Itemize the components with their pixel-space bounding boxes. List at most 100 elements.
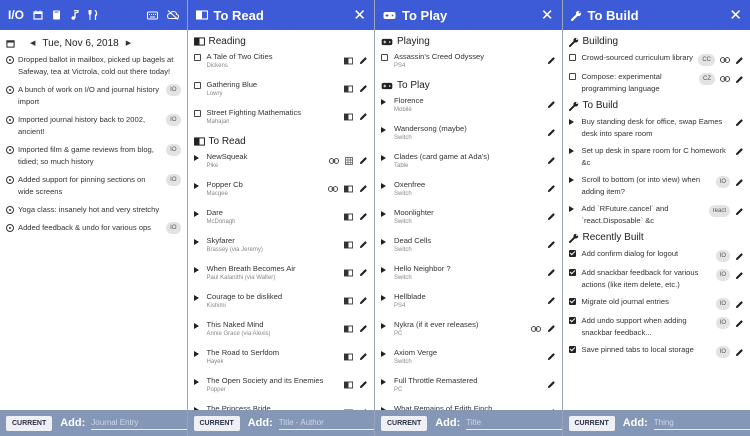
edit-pencil-icon[interactable] [547,324,556,333]
book-icon[interactable] [344,325,353,333]
list-item[interactable]: Courage to be disliked Kishimi [193,292,369,316]
list-item[interactable]: Wandersong (maybe) Switch [381,124,556,148]
list-item[interactable]: Dare McDonagh [193,208,369,232]
list-item[interactable]: Assassin's Creed Odyssey PS4 [381,52,556,76]
journal-entry[interactable]: Yoga class: insanely hot and very stretc… [6,204,181,216]
music-note-icon[interactable] [70,10,79,20]
tag-chip[interactable]: IO [715,269,730,281]
list-item[interactable]: Florence Mobile [381,96,556,120]
edit-pencil-icon[interactable] [735,147,744,156]
tag-chip[interactable]: IO [715,346,730,358]
title-input[interactable] [466,416,562,430]
checkbox[interactable] [568,317,578,324]
list-item[interactable]: Clades (card game at Ada's) Table [381,152,556,176]
tag-chip[interactable]: IO [715,176,730,188]
list-item[interactable]: When Breath Becomes Air Paul Kalanithi (v… [193,264,369,288]
list-item[interactable]: This Naked Mind Annie Grace (via Alexis) [193,320,369,344]
expand-arrow-icon[interactable] [193,378,203,385]
checkbox[interactable] [568,54,578,61]
edit-pencil-icon[interactable] [359,212,368,221]
edit-pencil-icon[interactable] [547,212,556,221]
edit-pencil-icon[interactable] [547,128,556,137]
edit-pencil-icon[interactable] [547,184,556,193]
list-item[interactable]: A Tale of Two Cities Dickens [193,52,369,76]
expand-arrow-icon[interactable] [381,98,390,105]
list-item[interactable]: Hellblade PS4 [381,292,556,316]
edit-pencil-icon[interactable] [359,324,368,333]
book-icon[interactable] [344,269,353,277]
edit-pencil-icon[interactable] [547,296,556,305]
list-item[interactable]: Scroll to bottom (or into view) when add… [568,174,745,198]
list-item[interactable]: NewSqueak Pike [193,152,369,176]
list-item[interactable]: Compose: experimental programming langua… [568,71,745,95]
expand-arrow-icon[interactable] [568,176,578,183]
edit-pencil-icon[interactable] [547,268,556,277]
edit-pencil-icon[interactable] [735,75,744,84]
cloud-off-icon[interactable] [166,10,179,20]
tag-chip[interactable]: react [708,205,730,217]
book-icon[interactable] [344,297,353,305]
journal-entry[interactable]: Added support for pinning sections on wi… [6,174,181,198]
book-icon[interactable] [344,353,353,361]
checkbox[interactable] [568,346,578,353]
book-icon[interactable] [344,381,353,389]
edit-pencil-icon[interactable] [735,319,744,328]
expand-arrow-icon[interactable] [381,238,390,245]
list-item[interactable]: Nykra (if it ever releases) PC [381,320,556,344]
tag-chip[interactable]: IO [166,222,181,234]
tag-chip[interactable]: IO [166,144,181,156]
edit-pencil-icon[interactable] [359,296,368,305]
close-icon[interactable]: ✕ [729,8,742,23]
next-day-icon[interactable]: ▶ [126,39,131,47]
list-item[interactable]: Migrate old journal entries IO [568,296,745,310]
edit-pencil-icon[interactable] [547,380,556,389]
journal-entry[interactable]: Imported journal history back to 2002, a… [6,114,181,138]
journal-entry[interactable]: Added feedback & undo for various ops IO [6,222,181,234]
current-button[interactable]: CURRENT [568,415,615,431]
calendar-icon[interactable] [33,10,43,20]
expand-arrow-icon[interactable] [568,118,578,125]
utensils-icon[interactable] [88,10,98,20]
expand-arrow-icon[interactable] [193,266,203,273]
list-item[interactable]: Add `RFuture.cancel` and `react.Disposab… [568,203,745,227]
edit-pencil-icon[interactable] [547,56,556,65]
book-icon[interactable] [344,85,353,93]
expand-arrow-icon[interactable] [381,182,390,189]
list-item[interactable]: Buy standing desk for office, swap Eames… [568,116,745,140]
edit-pencil-icon[interactable] [735,178,744,187]
expand-arrow-icon[interactable] [381,294,390,301]
list-item[interactable]: Dead Cells Switch [381,236,556,260]
list-item[interactable]: Crowd-sourced curriculum library CC [568,52,745,66]
expand-arrow-icon[interactable] [193,238,203,245]
expand-arrow-icon[interactable] [381,378,390,385]
thing-input[interactable] [653,416,750,430]
link-icon[interactable] [720,57,730,63]
edit-pencil-icon[interactable] [359,156,368,165]
checkbox[interactable] [568,73,578,80]
journal-entry-input[interactable] [91,416,187,430]
edit-pencil-icon[interactable] [735,271,744,280]
edit-pencil-icon[interactable] [547,100,556,109]
expand-arrow-icon[interactable] [381,154,390,161]
current-button[interactable]: CURRENT [6,415,53,431]
journal-entry[interactable]: A bunch of work on I/O and journal histo… [6,84,181,108]
title-author-input[interactable] [278,416,375,430]
edit-pencil-icon[interactable] [735,207,744,216]
list-item[interactable]: Gathering Blue Lowry [193,80,369,104]
current-button[interactable]: CURRENT [381,415,428,431]
close-icon[interactable]: ✕ [353,8,366,23]
edit-pencil-icon[interactable] [359,56,368,65]
edit-pencil-icon[interactable] [735,118,744,127]
edit-pencil-icon[interactable] [547,352,556,361]
list-item[interactable]: Add snackbar feedback for various action… [568,267,745,291]
list-item[interactable]: Skyfarer Brassey (via Jeremy) [193,236,369,260]
list-item[interactable]: Save pinned tabs to local storage IO [568,344,745,358]
prev-day-icon[interactable]: ◀ [30,39,35,47]
expand-arrow-icon[interactable] [193,182,203,189]
list-item[interactable]: The Road to Serfdom Hayek [193,348,369,372]
book-icon[interactable] [344,241,353,249]
list-item[interactable]: Axiom Verge Switch [381,348,556,372]
book-icon[interactable] [344,185,353,193]
tag-chip[interactable]: IO [166,174,181,186]
checkbox[interactable] [193,110,203,117]
